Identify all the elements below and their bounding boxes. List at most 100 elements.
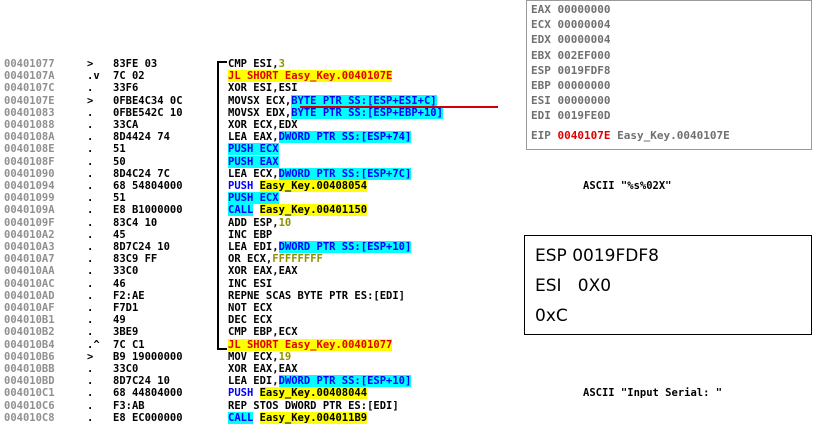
register-ecx[interactable]: ECX 00000004 — [531, 17, 610, 32]
jump-marker: . — [87, 131, 94, 144]
instruction: LEA EDI,DWORD PTR SS:[ESP+10] — [228, 241, 412, 253]
jump-marker: . — [87, 119, 94, 131]
instruction: LEA EAX,DWORD PTR SS:[ESP+74] — [228, 131, 412, 144]
instruction-part: JL SHORT Easy_Key.0040107E — [228, 70, 393, 83]
opcode-bytes: 7C 02 — [113, 70, 145, 83]
register-edx[interactable]: EDX 00000004 — [531, 32, 610, 47]
disasm-row[interactable]: 0040109A. E8 B1000000 CALL Easy_Key.004011… — [0, 204, 822, 217]
register-eip[interactable]: EIP 0040107E Easy_Key.0040107E — [531, 128, 730, 143]
opcode-bytes: 33C0 — [113, 265, 139, 278]
jump-marker: . — [87, 326, 94, 339]
jump-marker: . — [87, 143, 94, 156]
loop-bracket — [217, 61, 227, 350]
register-esi[interactable]: ESI 00000000 — [531, 93, 610, 108]
address: 004010AC — [4, 277, 55, 290]
instruction-part: XOR ESI,ESI — [228, 82, 298, 95]
jump-marker: . — [87, 82, 94, 95]
instruction-part: LEA EDI, — [228, 241, 279, 253]
instruction: NOT ECX — [228, 302, 272, 314]
instruction: XOR ECX,EDX — [228, 119, 298, 131]
address: 004010BB — [4, 363, 55, 375]
disasm-row[interactable]: 004010B6 > B9 19000000 MOV ECX,19 — [0, 351, 822, 363]
instruction-part: 10 — [278, 216, 292, 229]
instruction: REP STOS DWORD PTR ES:[EDI] — [228, 400, 399, 412]
opcode-bytes: 46 — [113, 277, 126, 290]
jump-marker: . — [87, 411, 94, 424]
address: 004010B4 — [4, 338, 55, 351]
instruction: PUSH ECX — [228, 192, 279, 205]
jump-marker: . — [87, 375, 94, 388]
annotation-box: ESP 0019FDF8 ESI 0X0 0xC — [524, 235, 812, 335]
address: 004010C1 — [4, 387, 55, 400]
opcode-bytes: 8D7C24 10 — [113, 241, 170, 253]
opcode-bytes: 68 44804000 — [113, 387, 183, 400]
instruction: CALL Easy_Key.004011B9 — [228, 411, 368, 424]
instruction-part — [253, 412, 259, 424]
register-eax[interactable]: EAX 00000000 — [531, 2, 610, 17]
instruction-part: BYTE PTR SS:[ESP+ESI+C] — [291, 94, 437, 107]
instruction-part: FFFFFFFF — [272, 253, 323, 266]
instruction: PUSH EAX — [228, 155, 279, 168]
instruction-part: XOR EAX,EAX — [228, 265, 298, 278]
disasm-row[interactable]: 004010BB. 33C0 XOR EAX,EAX — [0, 363, 822, 375]
opcode-bytes: 83FE 03 — [113, 58, 158, 70]
opcode-bytes: F7D1 — [113, 302, 139, 314]
disasm-row[interactable]: 004010B4 .^ 7C C1 JL SHORT Easy_Key.0040107… — [0, 338, 822, 351]
instruction: LEA ECX,DWORD PTR SS:[ESP+7C] — [228, 167, 412, 180]
disasm-row[interactable]: 00401090. 8D4C24 7C LEA ECX,DWORD PTR SS:[… — [0, 167, 822, 180]
register-edi[interactable]: EDI 0019FE0D — [531, 108, 610, 123]
instruction: LEA EDI,DWORD PTR SS:[ESP+10] — [228, 375, 412, 388]
instruction-part: ADD ESP, — [228, 216, 279, 229]
instruction-part: PUSH ECX — [228, 192, 279, 205]
opcode-bytes: 8D4424 74 — [113, 131, 170, 144]
instruction-part: PUSH — [228, 180, 260, 192]
instruction-part: Easy_Key.00408044 — [259, 387, 368, 400]
jump-marker: . — [87, 180, 94, 192]
opcode-bytes: E8 B1000000 — [113, 204, 183, 217]
disasm-row[interactable]: 0040108F. 50 PUSH EAX — [0, 155, 822, 168]
address: 00401088 — [4, 119, 55, 131]
instruction: MOV ECX,19 — [228, 351, 291, 363]
instruction: XOR EAX,EAX — [228, 363, 298, 375]
instruction-part: INC EBP — [228, 228, 273, 241]
jump-marker: . — [87, 167, 94, 180]
instruction: PUSH ECX — [228, 143, 279, 156]
disasm-row[interactable]: 00401099. 51 PUSH ECX — [0, 192, 822, 205]
instruction-part: INC ESI — [228, 277, 273, 290]
disasm-row[interactable]: 004010C8. E8 EC000000 CALL Easy_Key.004011… — [0, 411, 822, 424]
instruction-part: DEC ECX — [228, 314, 273, 327]
instruction-part: 19 — [278, 350, 292, 363]
disasm-row[interactable]: 00401094. 68 54804000 PUSH Easy_Key.004080… — [0, 180, 822, 192]
address: 0040107A — [4, 70, 55, 83]
disasm-row[interactable]: 004010C6. F3:AB REP STOS DWORD PTR ES:[EDI… — [0, 400, 822, 412]
address: 004010C6 — [4, 399, 55, 412]
instruction-part: CALL — [228, 411, 254, 424]
instruction-part: NOT ECX — [228, 302, 273, 314]
instruction-part: JL SHORT Easy_Key.00401077 — [228, 338, 393, 351]
instruction-part: PUSH EAX — [228, 155, 279, 168]
register-ebx[interactable]: EBX 002EF000 — [531, 48, 610, 63]
jump-marker: .v — [87, 70, 100, 83]
instruction: JL SHORT Easy_Key.00401077 — [228, 338, 393, 351]
register-ebp[interactable]: EBP 00000000 — [531, 78, 610, 93]
register-esp[interactable]: ESP 0019FDF8 — [531, 63, 610, 78]
opcode-bytes: 8D7C24 10 — [113, 375, 170, 388]
address: 0040108E — [4, 143, 55, 156]
jump-marker: . — [87, 216, 94, 229]
disasm-row[interactable]: 0040109F. 83C4 10 ADD ESP,10 — [0, 217, 822, 229]
instruction-part: PUSH — [228, 387, 260, 400]
address: 004010AF — [4, 302, 55, 314]
opcode-bytes: 33F6 — [113, 82, 139, 95]
jump-marker: . — [87, 155, 94, 168]
jump-marker: . — [87, 106, 94, 119]
address: 004010B1 — [4, 314, 55, 327]
instruction-part: Easy_Key.00401150 — [259, 204, 368, 217]
address: 004010AA — [4, 265, 55, 278]
jump-marker: . — [87, 399, 94, 412]
disasm-row[interactable]: 004010BD. 8D7C24 10 LEA EDI,DWORD PTR SS:[… — [0, 375, 822, 388]
registers-pane: EAX 00000000 ECX 00000004 EDX 00000004 EBX … — [526, 0, 812, 150]
opcode-bytes: 51 — [113, 143, 126, 156]
opcode-bytes: 33C0 — [113, 363, 139, 375]
disasm-row[interactable]: 004010C1. 68 44804000 PUSH Easy_Key.004080… — [0, 387, 822, 400]
instruction-part: OR ECX, — [228, 253, 273, 266]
